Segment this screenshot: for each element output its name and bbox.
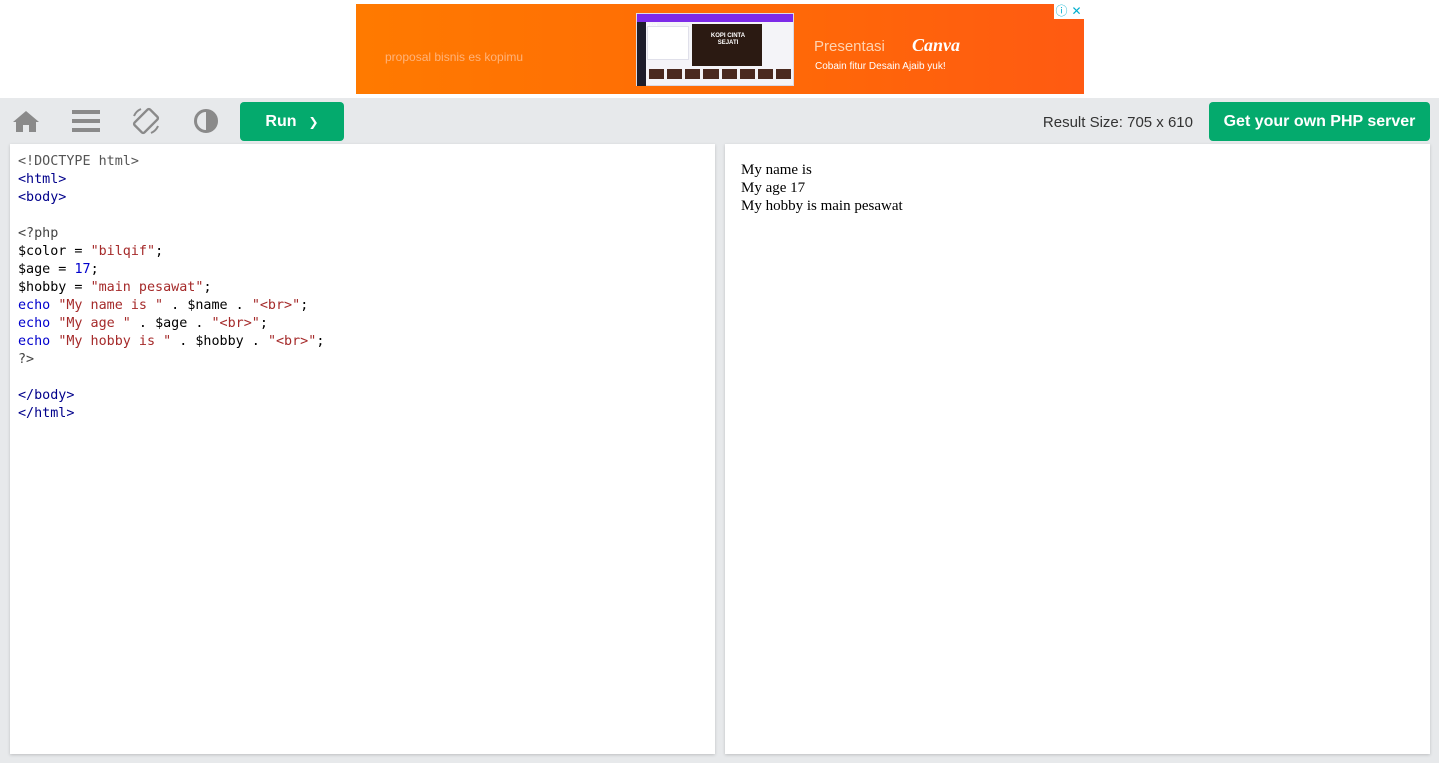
code-token: ; bbox=[316, 334, 325, 349]
code-token: "<br>" bbox=[251, 298, 301, 313]
code-line[interactable]: $color = "bilqif"; bbox=[18, 243, 324, 261]
ad-preview-sidebar bbox=[637, 22, 646, 86]
code-line[interactable]: <!DOCTYPE html> bbox=[18, 153, 324, 171]
ad-headline: Presentasi bbox=[814, 38, 885, 55]
code-token: $hobby bbox=[18, 280, 67, 295]
code-line[interactable]: <body> bbox=[18, 189, 324, 207]
ad-info-icon[interactable]: ⓘ bbox=[1054, 4, 1069, 19]
code-line[interactable]: echo "My age " . $age . "<br>"; bbox=[18, 315, 324, 333]
code-token: echo bbox=[18, 316, 51, 331]
code-token: 17 bbox=[74, 262, 91, 277]
code-token: "main pesawat" bbox=[90, 280, 204, 295]
code-line[interactable]: echo "My name is " . $name . "<br>"; bbox=[18, 297, 324, 315]
code-token: </body> bbox=[18, 388, 75, 403]
code-line[interactable]: <html> bbox=[18, 171, 324, 189]
code-token: $hobby bbox=[195, 334, 244, 349]
code-line[interactable]: </body> bbox=[18, 387, 324, 405]
code-token: . bbox=[227, 298, 252, 313]
code-line[interactable]: echo "My hobby is " . $hobby . "<br>"; bbox=[18, 333, 324, 351]
code-token: "<br>" bbox=[267, 334, 317, 349]
output-line: My age 17 bbox=[741, 180, 806, 196]
ad-preview-topbar: Canva bbox=[637, 14, 793, 29]
ad-preview-thumbnails bbox=[649, 69, 791, 79]
code-token: echo bbox=[18, 334, 51, 349]
code-token: $name bbox=[187, 298, 228, 313]
code-token: echo bbox=[18, 298, 51, 313]
code-editor[interactable]: <!DOCTYPE html> <html> <body> <?php $color … bbox=[10, 144, 715, 754]
result-frame: My name is My age 17 My hobby is main pesa… bbox=[725, 144, 1430, 754]
get-php-server-button[interactable]: Get your own PHP server bbox=[1209, 102, 1430, 141]
ad-preview-canvas: KOPI CINTA SEJATI bbox=[692, 24, 762, 66]
code-token: = bbox=[66, 244, 91, 259]
code-token: "My hobby is " bbox=[58, 334, 172, 349]
code-token: "bilqif" bbox=[90, 244, 156, 259]
code-token: . bbox=[187, 316, 212, 331]
code-line[interactable] bbox=[18, 369, 324, 387]
code-token: = bbox=[50, 262, 75, 277]
code-token: <html> bbox=[18, 172, 67, 187]
code-line[interactable]: </html> bbox=[18, 405, 324, 423]
code-token: "My name is " bbox=[58, 298, 164, 313]
ad-brand-logo: Canva bbox=[912, 35, 961, 55]
output-line: My name is bbox=[741, 162, 812, 178]
code-token: <?php bbox=[18, 226, 59, 241]
code-line[interactable]: $age = 17; bbox=[18, 261, 324, 279]
ad-tagline: proposal bisnis es kopimu bbox=[385, 50, 524, 64]
code-token: ; bbox=[203, 280, 212, 295]
ad-close-icon[interactable]: ✕ bbox=[1069, 4, 1084, 19]
code-token: . bbox=[243, 334, 268, 349]
code-token: <!DOCTYPE html> bbox=[18, 154, 139, 169]
code-line[interactable]: ?> bbox=[18, 351, 324, 369]
code-line[interactable]: <?php bbox=[18, 225, 324, 243]
ad-cta: Cobain fitur Desain Ajaib yuk! bbox=[815, 61, 946, 72]
result-size-label: Result Size: 705 x 610 bbox=[1042, 114, 1193, 131]
ad-preview-image: Canva KOPI CINTA SEJATI bbox=[636, 13, 794, 86]
ad-controls: ⓘ ✕ bbox=[1054, 4, 1084, 19]
code-token: $color bbox=[18, 244, 67, 259]
code-token: "<br>" bbox=[211, 316, 260, 331]
result-output: My name is My age 17 My hobby is main pesa… bbox=[741, 161, 903, 215]
home-icon[interactable] bbox=[10, 106, 42, 136]
code-token: . bbox=[163, 298, 188, 313]
code-token: ; bbox=[90, 262, 99, 277]
code-token: = bbox=[66, 280, 91, 295]
run-label: Run bbox=[265, 112, 297, 130]
ad-preview-panel bbox=[647, 26, 689, 60]
chevron-right-icon: ❯ bbox=[308, 114, 319, 129]
run-button[interactable]: Run ❯ bbox=[240, 102, 344, 141]
code-token: "My age " bbox=[58, 316, 131, 331]
code-token: ?> bbox=[18, 352, 35, 367]
toolbar: Run ❯ Result Size: 705 x 610 Get your ow… bbox=[0, 98, 1439, 144]
code-token: <body> bbox=[18, 190, 67, 205]
code-token: ; bbox=[300, 298, 309, 313]
ad-banner[interactable]: proposal bisnis es kopimu Canva KOPI CIN… bbox=[356, 4, 1084, 94]
menu-icon[interactable] bbox=[70, 106, 102, 136]
code-area[interactable]: <!DOCTYPE html> <html> <body> <?php $color … bbox=[18, 153, 324, 423]
code-token: $age bbox=[18, 262, 51, 277]
code-line[interactable]: $hobby = "main pesawat"; bbox=[18, 279, 324, 297]
code-token: ; bbox=[155, 244, 164, 259]
code-token: . bbox=[171, 334, 196, 349]
code-line[interactable] bbox=[18, 207, 324, 225]
rotate-icon[interactable] bbox=[130, 106, 162, 136]
code-token: </html> bbox=[18, 406, 75, 421]
code-token: $age bbox=[155, 316, 188, 331]
code-token: ; bbox=[259, 316, 268, 331]
contrast-icon[interactable] bbox=[190, 106, 222, 136]
output-line: My hobby is main pesawat bbox=[741, 198, 903, 214]
code-token: . bbox=[130, 316, 156, 331]
ad-preview-canvas-text: KOPI CINTA SEJATI bbox=[710, 33, 746, 46]
ad-strip: proposal bisnis es kopimu Canva KOPI CIN… bbox=[0, 0, 1439, 98]
